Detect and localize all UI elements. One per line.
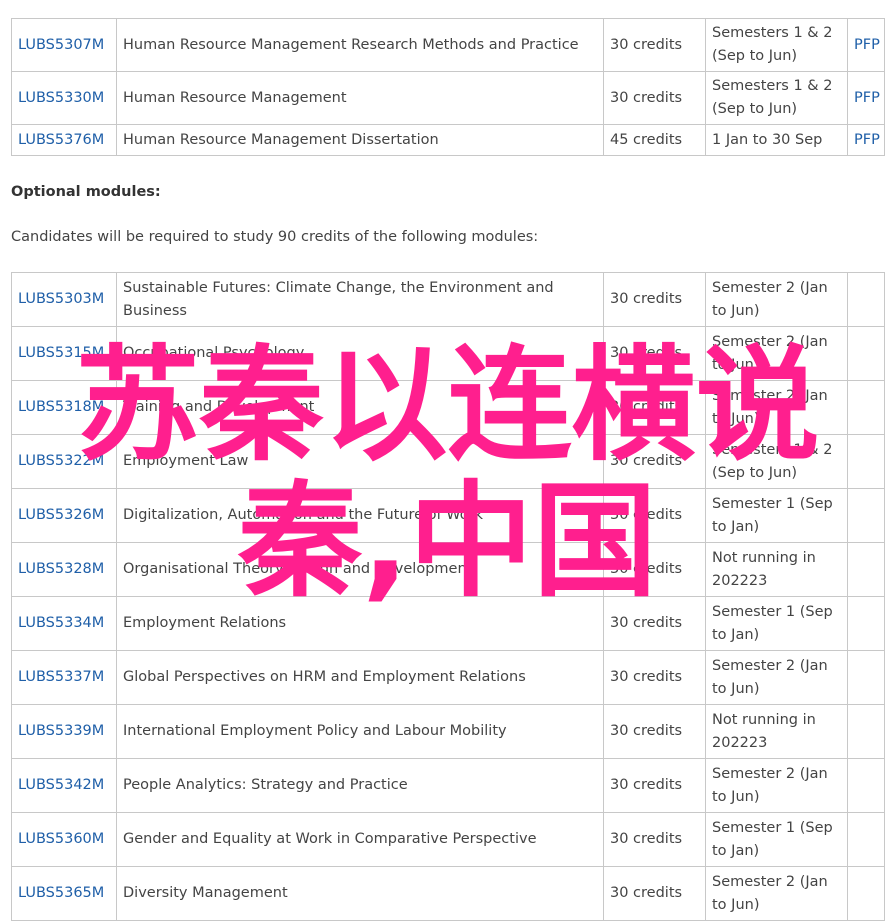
module-title: Organisational Theory Design and Develop… bbox=[116, 542, 604, 597]
module-semester: Not running in 202223 bbox=[705, 704, 848, 759]
module-title: Human Resource Management bbox=[116, 71, 604, 125]
module-title: Employment Law bbox=[116, 434, 604, 489]
module-credits: 30 credits bbox=[603, 650, 706, 705]
empty-cell bbox=[847, 380, 885, 435]
empty-cell bbox=[847, 272, 885, 327]
table-row: LUBS5326M Digitalization, Automation and… bbox=[11, 488, 885, 543]
module-semester: Not running in 202223 bbox=[705, 542, 848, 597]
table-row: LUBS5334M Employment Relations 30 credit… bbox=[11, 596, 885, 651]
module-code-link[interactable]: LUBS5339M bbox=[18, 723, 104, 739]
module-semester: Semester 2 (Jan to Jun) bbox=[705, 758, 848, 813]
module-credits: 30 credits bbox=[603, 812, 706, 867]
module-credits: 30 credits bbox=[603, 71, 706, 125]
module-code-link[interactable]: LUBS5365M bbox=[18, 885, 104, 901]
table-row: LUBS5365M Diversity Management 30 credit… bbox=[11, 866, 885, 921]
module-code-link[interactable]: LUBS5322M bbox=[18, 453, 104, 469]
module-semester: Semesters 1 & 2 (Sep to Jun) bbox=[705, 18, 848, 72]
module-credits: 30 credits bbox=[603, 596, 706, 651]
module-semester: Semester 1 (Sep to Jan) bbox=[705, 488, 848, 543]
table-row: LUBS5322M Employment Law 30 credits Seme… bbox=[11, 434, 885, 489]
table-row: LUBS5360M Gender and Equality at Work in… bbox=[11, 812, 885, 867]
module-semester: Semester 1 (Sep to Jan) bbox=[705, 596, 848, 651]
module-credits: 30 credits bbox=[603, 488, 706, 543]
module-title: Occupational Psychology bbox=[116, 326, 604, 381]
module-title: People Analytics: Strategy and Practice bbox=[116, 758, 604, 813]
module-semester: Semester 2 (Jan to Jun) bbox=[705, 326, 848, 381]
table-row: LUBS5318M Training and Development 30 cr… bbox=[11, 380, 885, 435]
module-code-link[interactable]: LUBS5376M bbox=[18, 132, 104, 148]
table-row: LUBS5315M Occupational Psychology 30 cre… bbox=[11, 326, 885, 381]
empty-cell bbox=[847, 542, 885, 597]
module-semester: Semester 1 (Sep to Jan) bbox=[705, 812, 848, 867]
module-title: Training and Development bbox=[116, 380, 604, 435]
module-code-link[interactable]: LUBS5303M bbox=[18, 291, 104, 307]
pfp-link[interactable]: PFP bbox=[854, 132, 880, 148]
empty-cell bbox=[847, 650, 885, 705]
table-row: LUBS5339M International Employment Polic… bbox=[11, 704, 885, 759]
module-semester: Semesters 1 & 2 (Sep to Jun) bbox=[705, 71, 848, 125]
table-row: LUBS5376M Human Resource Management Diss… bbox=[11, 124, 885, 156]
module-code-link[interactable]: LUBS5315M bbox=[18, 345, 104, 361]
module-credits: 30 credits bbox=[603, 272, 706, 327]
module-code-link[interactable]: LUBS5360M bbox=[18, 831, 104, 847]
module-credits: 30 credits bbox=[603, 866, 706, 921]
module-semester: Semester 2 (Jan to Jun) bbox=[705, 650, 848, 705]
table-row: LUBS5337M Global Perspectives on HRM and… bbox=[11, 650, 885, 705]
module-credits: 45 credits bbox=[603, 124, 706, 156]
module-semester: Semester 2 (Jan to Jun) bbox=[705, 380, 848, 435]
empty-cell bbox=[847, 866, 885, 921]
module-code-link[interactable]: LUBS5318M bbox=[18, 399, 104, 415]
module-credits: 30 credits bbox=[603, 326, 706, 381]
module-code-link[interactable]: LUBS5328M bbox=[18, 561, 104, 577]
module-code-link[interactable]: LUBS5334M bbox=[18, 615, 104, 631]
module-code-link[interactable]: LUBS5342M bbox=[18, 777, 104, 793]
empty-cell bbox=[847, 704, 885, 759]
module-title: Sustainable Futures: Climate Change, the… bbox=[116, 272, 604, 327]
module-title: Human Resource Management Research Metho… bbox=[116, 18, 604, 72]
table-row: LUBS5330M Human Resource Management 30 c… bbox=[11, 71, 885, 125]
module-title: Gender and Equality at Work in Comparati… bbox=[116, 812, 604, 867]
empty-cell bbox=[847, 596, 885, 651]
optional-modules-table: LUBS5303M Sustainable Futures: Climate C… bbox=[11, 272, 885, 921]
module-title: Human Resource Management Dissertation bbox=[116, 124, 604, 156]
module-semester: 1 Jan to 30 Sep bbox=[705, 124, 848, 156]
module-code-link[interactable]: LUBS5307M bbox=[18, 37, 104, 53]
module-code-link[interactable]: LUBS5326M bbox=[18, 507, 104, 523]
module-code-link[interactable]: LUBS5337M bbox=[18, 669, 104, 685]
empty-cell bbox=[847, 434, 885, 489]
pfp-link[interactable]: PFP bbox=[854, 37, 880, 53]
module-semester: Semester 2 (Jan to Jun) bbox=[705, 272, 848, 327]
module-title: International Employment Policy and Labo… bbox=[116, 704, 604, 759]
empty-cell bbox=[847, 758, 885, 813]
optional-modules-intro: Candidates will be required to study 90 … bbox=[11, 229, 539, 245]
table-row: LUBS5303M Sustainable Futures: Climate C… bbox=[11, 272, 885, 327]
table-row: LUBS5342M People Analytics: Strategy and… bbox=[11, 758, 885, 813]
empty-cell bbox=[847, 812, 885, 867]
module-title: Digitalization, Automation and the Futur… bbox=[116, 488, 604, 543]
module-credits: 30 credits bbox=[603, 704, 706, 759]
module-credits: 30 credits bbox=[603, 380, 706, 435]
module-title: Diversity Management bbox=[116, 866, 604, 921]
optional-modules-heading: Optional modules: bbox=[11, 184, 161, 200]
module-credits: 30 credits bbox=[603, 758, 706, 813]
module-semester: Semesters 1 & 2 (Sep to Jun) bbox=[705, 434, 848, 489]
pfp-link[interactable]: PFP bbox=[854, 90, 880, 106]
module-title: Employment Relations bbox=[116, 596, 604, 651]
module-title: Global Perspectives on HRM and Employmen… bbox=[116, 650, 604, 705]
module-semester: Semester 2 (Jan to Jun) bbox=[705, 866, 848, 921]
core-modules-table: LUBS5307M Human Resource Management Rese… bbox=[11, 18, 885, 156]
module-credits: 30 credits bbox=[603, 542, 706, 597]
module-credits: 30 credits bbox=[603, 434, 706, 489]
module-code-link[interactable]: LUBS5330M bbox=[18, 90, 104, 106]
table-row: LUBS5307M Human Resource Management Rese… bbox=[11, 18, 885, 72]
empty-cell bbox=[847, 488, 885, 543]
module-credits: 30 credits bbox=[603, 18, 706, 72]
table-row: LUBS5328M Organisational Theory Design a… bbox=[11, 542, 885, 597]
empty-cell bbox=[847, 326, 885, 381]
